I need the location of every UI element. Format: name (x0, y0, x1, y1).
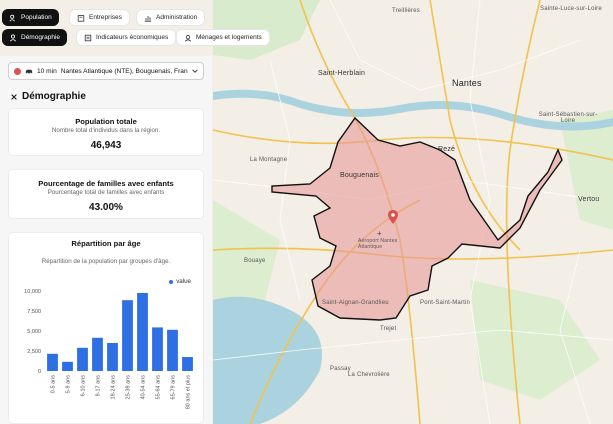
nav-population-label: Population (21, 14, 52, 21)
map-label-bouaye: Bouaye (244, 258, 266, 264)
x-tick-label: 55-64 ans (156, 375, 162, 400)
families-title: Pourcentage de familles avec enfants (38, 179, 174, 188)
map-label-sainte-luce: Sainte-Luce-sur-Loire (540, 6, 602, 12)
bar-80-ans-et-plus[interactable] (182, 357, 193, 371)
y-tick-label: 5,000 (27, 329, 41, 335)
location-time: 10 min (37, 67, 57, 75)
y-tick-label: 2,500 (27, 349, 41, 355)
nav-menages-label: Ménages et logements (196, 34, 262, 41)
bar-55-64-ans[interactable] (152, 327, 163, 371)
population-value: 46,943 (90, 140, 122, 151)
location-selector[interactable]: 10 min Nantes Atlantique (NTE), Bouguena… (8, 62, 204, 80)
map-label-airport: Aéroport Nantes Atlantique (358, 238, 398, 250)
x-tick-label: 25-39 ans (126, 375, 132, 400)
families-subtitle: Pourcentage total de familles avec enfan… (47, 189, 165, 196)
population-subtitle: Nombre total d'individus dans la région. (51, 127, 161, 134)
nav-indicateurs[interactable]: Indicateurs économiques (76, 29, 177, 46)
bar-65-79-ans[interactable] (167, 329, 178, 371)
bar-0-5-ans[interactable] (47, 353, 58, 371)
chevron-down-icon (191, 67, 199, 75)
person-icon (9, 34, 17, 41)
bar-25-39-ans[interactable] (122, 300, 133, 371)
nav-administration[interactable]: Administration (136, 9, 206, 26)
x-tick-label: 5-9 ans (66, 375, 72, 394)
map-label-la-chevroliere: La Chevrolière (348, 372, 390, 378)
nav-demographie-label: Démographie (21, 34, 61, 41)
bar-5-9-ans[interactable] (62, 361, 73, 371)
age-chart-card: Répartition par âge Répartition de la po… (8, 232, 204, 424)
x-tick-label: 80 ans et plus (186, 375, 192, 409)
x-tick-label: 65-79 ans (171, 375, 177, 400)
bar-40-54-ans[interactable] (137, 293, 148, 371)
bar-18-24-ans[interactable] (107, 343, 118, 371)
map-label-passay: Passay (330, 366, 351, 372)
map-label-reze: Rezé (438, 146, 456, 153)
bar-6-10-ans[interactable] (77, 347, 88, 371)
map-label-saint-aignan: Saint-Aignan-Grandlieu (322, 300, 389, 306)
building-icon (77, 14, 85, 22)
location-place: Nantes Atlantique (NTE), Bouguenais, Fra… (60, 67, 188, 75)
x-tick-label: 0-5 ans (51, 375, 57, 394)
map-label-nantes: Nantes (452, 78, 482, 88)
airport-cross-icon: + (377, 229, 382, 238)
population-title: Population totale (75, 117, 137, 126)
home-icon (184, 34, 192, 41)
y-tick-label: 0 (38, 369, 41, 375)
y-tick-label: 7,500 (27, 309, 41, 315)
section-title: Démographie (22, 91, 86, 102)
age-bar-chart: 0 2,500 5,000 7,500 10,000 0-5 ans 5-9 ans 6-10… (24, 289, 193, 409)
nav-entreprises[interactable]: Entreprises (69, 9, 130, 26)
families-card: Pourcentage de familles avec enfants Pou… (8, 169, 204, 219)
map-label-saint-herblain: Saint-Herblain (318, 70, 366, 77)
bar-9-17-ans[interactable] (92, 337, 103, 371)
nav-administration-label: Administration (156, 14, 198, 21)
x-tick-label: 40-54 ans (141, 375, 147, 400)
age-chart-title: Répartition par âge (71, 239, 141, 248)
map-label-tregat: Trejet (380, 326, 397, 332)
left-panel: 10 min Nantes Atlantique (NTE), Bouguena… (0, 56, 212, 424)
nav-menages[interactable]: Ménages et logements (176, 29, 270, 46)
nav-demographie[interactable]: Démographie (2, 29, 68, 46)
nav-population[interactable]: Population (2, 9, 59, 26)
nav-indicateurs-label: Indicateurs économiques (96, 34, 169, 41)
list-icon (84, 34, 92, 41)
x-tick-label: 6-10 ans (81, 375, 87, 397)
map-label-la-montagne: La Montagne (250, 157, 288, 163)
map-label-vertou: Vertou (578, 196, 600, 203)
y-tick-label: 10,000 (24, 289, 41, 295)
population-card: Population totale Nombre total d'individ… (8, 108, 204, 156)
location-dot-icon (14, 67, 21, 75)
x-tick-label: 18-24 ans (111, 375, 117, 400)
people-icon (9, 14, 15, 21)
map-label-saint-sebastien: Saint-Sébastien-sur-Loire (538, 112, 598, 124)
close-icon[interactable] (10, 93, 18, 101)
section-header: Démographie (10, 91, 86, 102)
map-label-pont-saint-martin: Pont-Saint-Martin (420, 300, 471, 306)
car-icon (25, 69, 33, 75)
top-navigation: Population Entreprises Administration Dé… (0, 0, 300, 50)
nav-entreprises-label: Entreprises (89, 14, 122, 21)
map-label-treillieres: Treillières (392, 8, 420, 14)
age-chart-subtitle: Répartition de la population par groupes… (41, 258, 171, 265)
families-value: 43.00% (89, 202, 123, 213)
chart-icon (144, 15, 152, 22)
x-tick-label: 9-17 ans (96, 375, 102, 397)
map-label-bouguenais: Bouguenais (340, 172, 379, 179)
